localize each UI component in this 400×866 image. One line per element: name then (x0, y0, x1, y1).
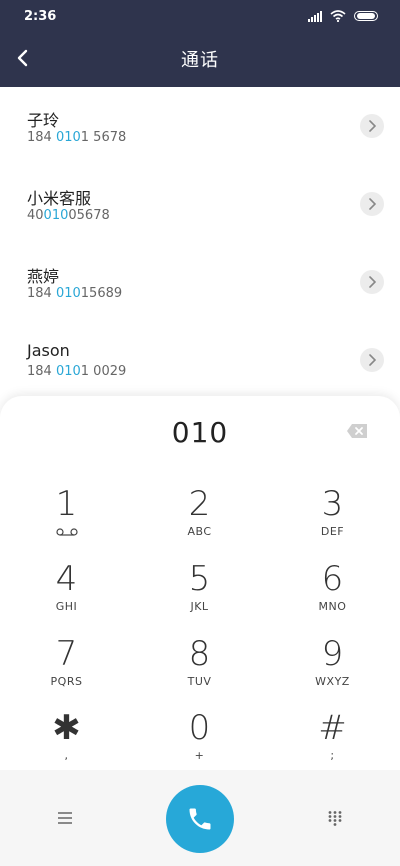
page-title: 通话 (181, 50, 219, 71)
key-letters: JKL (190, 600, 209, 613)
chevron-right-icon (369, 198, 376, 210)
contact-detail-button[interactable] (360, 348, 384, 372)
contact-name: 燕婷 (27, 267, 60, 286)
contact-number: 184 0101 0029 (27, 364, 127, 379)
dialpad-icon (328, 811, 342, 826)
key-letters: TUV (187, 675, 212, 688)
battery-icon (354, 11, 378, 21)
dialpad-panel: 010 1 2 ABC 3 DEF 4 GHI 5 JKL 6 MNO 7 PQ… (0, 396, 400, 770)
status-time: 2:36 (24, 9, 57, 24)
dialpad-toggle-button[interactable] (322, 806, 348, 830)
key-digit: 4 (55, 559, 78, 599)
search-results-list: 子玲 184 0101 5678 小米客服 4001005678 燕婷 184 … (0, 87, 400, 399)
contact-name: 小米客服 (27, 189, 92, 208)
contact-number: 184 0101 5678 (27, 130, 127, 145)
status-icons (308, 10, 378, 22)
key-digit: 2 (188, 484, 211, 524)
dial-key-3[interactable]: 3 DEF (266, 484, 399, 558)
key-letters: ABC (187, 525, 212, 538)
key-digit: 8 (188, 634, 211, 674)
key-letters: WXYZ (315, 675, 350, 688)
dial-key-2[interactable]: 2 ABC (133, 484, 266, 558)
key-digit: 6 (321, 559, 344, 599)
chevron-right-icon (369, 120, 376, 132)
app-header: 2:36 通话 (0, 0, 400, 87)
key-letters: ; (330, 749, 335, 762)
dial-key-1[interactable]: 1 (0, 484, 133, 558)
key-letters: GHI (55, 600, 78, 613)
contact-result-row[interactable]: Jason 184 0101 0029 (0, 321, 400, 399)
menu-button[interactable] (52, 806, 78, 830)
key-digit: # (318, 708, 347, 748)
chevron-right-icon (369, 276, 376, 288)
contact-result-row[interactable]: 燕婷 184 01015689 (0, 243, 400, 321)
key-letters: DEF (320, 525, 345, 538)
contact-name: 子玲 (27, 111, 60, 130)
key-digit: 0 (188, 708, 211, 748)
chevron-right-icon (369, 354, 376, 366)
contact-result-row[interactable]: 小米客服 4001005678 (0, 165, 400, 243)
key-letters: + (194, 749, 205, 762)
dial-key-8[interactable]: 8 TUV (133, 634, 266, 708)
key-letters: PQRS (50, 675, 83, 688)
phone-icon (189, 808, 211, 830)
dial-key-5[interactable]: 5 JKL (133, 559, 266, 633)
backspace-button[interactable] (346, 423, 368, 439)
key-digit: 7 (55, 634, 78, 674)
dial-key-4[interactable]: 4 GHI (0, 559, 133, 633)
voicemail-icon (55, 528, 78, 536)
backspace-icon (347, 424, 367, 438)
contact-detail-button[interactable] (360, 192, 384, 216)
key-letters: , (64, 749, 69, 762)
contact-number: 184 01015689 (27, 286, 123, 301)
bottom-action-bar (0, 770, 400, 866)
key-digit: 5 (188, 559, 211, 599)
key-digit: 3 (321, 484, 344, 524)
signal-icon (308, 10, 322, 22)
dial-key-9[interactable]: 9 WXYZ (266, 634, 399, 708)
contact-result-row[interactable]: 子玲 184 0101 5678 (0, 87, 400, 165)
status-bar: 2:36 (0, 0, 400, 35)
dial-key-6[interactable]: 6 MNO (266, 559, 399, 633)
dialed-number-display: 010 (171, 416, 229, 449)
call-button[interactable] (166, 785, 234, 853)
key-letters: MNO (318, 600, 347, 613)
key-digit: 1 (55, 484, 78, 524)
key-digit: 9 (321, 634, 344, 674)
contact-detail-button[interactable] (360, 114, 384, 138)
wifi-icon (330, 10, 346, 22)
menu-icon (58, 812, 72, 824)
key-digit: ✱ (52, 708, 81, 748)
contact-detail-button[interactable] (360, 270, 384, 294)
dial-key-7[interactable]: 7 PQRS (0, 634, 133, 708)
contact-name: Jason (27, 341, 70, 360)
contact-number: 4001005678 (27, 208, 110, 223)
